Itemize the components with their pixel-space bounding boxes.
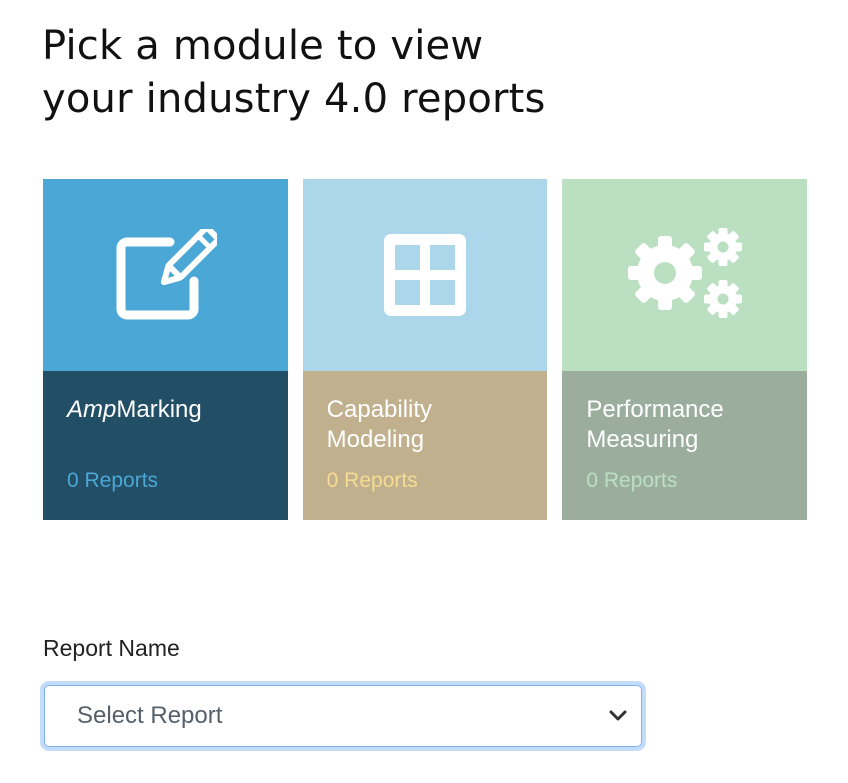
module-card-footer: Performance Measuring 0 Reports	[562, 371, 808, 520]
module-name-rest: Marking	[116, 396, 202, 423]
edit-icon	[116, 229, 218, 320]
report-select-focus-ring: Select Report	[40, 681, 646, 751]
module-card-ampmarking[interactable]: AmpMarking 0 Reports	[43, 179, 288, 520]
module-card-header	[302, 179, 548, 371]
module-name-italic: Amp	[67, 396, 117, 423]
module-name: AmpMarking	[67, 395, 264, 425]
page-title: Pick a module to view your industry 4.0 …	[42, 20, 742, 126]
module-report-count: 0 Reports	[586, 469, 678, 492]
report-select-value: Select Report	[77, 702, 223, 729]
module-list: AmpMarking 0 Reports Capability Modeling…	[43, 179, 808, 520]
module-name: Performance Measuring	[586, 395, 783, 455]
module-card-footer: Capability Modeling 0 Reports	[302, 371, 548, 520]
module-card-footer: AmpMarking 0 Reports	[43, 371, 288, 520]
gears-icon	[627, 228, 742, 318]
grid-icon	[384, 234, 466, 316]
module-card-header	[43, 179, 288, 371]
chevron-down-icon	[609, 710, 627, 721]
module-card-capability-modeling[interactable]: Capability Modeling 0 Reports	[302, 179, 548, 520]
module-card-header	[562, 179, 808, 371]
module-name-line2: Modeling	[326, 426, 425, 453]
report-select[interactable]: Select Report	[44, 685, 642, 747]
module-name-line2: Measuring	[586, 426, 699, 453]
module-report-count: 0 Reports	[326, 469, 418, 492]
module-name: Capability Modeling	[327, 395, 524, 455]
module-name-line1: Capability	[326, 396, 433, 423]
module-card-performance-measuring[interactable]: Performance Measuring 0 Reports	[562, 179, 808, 520]
page-title-line1: Pick a module to view	[42, 23, 484, 69]
report-name-label: Report Name	[43, 635, 180, 661]
page-title-line2: your industry 4.0 reports	[42, 76, 546, 122]
module-name-line1: Performance	[586, 396, 724, 423]
module-report-count: 0 Reports	[67, 469, 159, 492]
